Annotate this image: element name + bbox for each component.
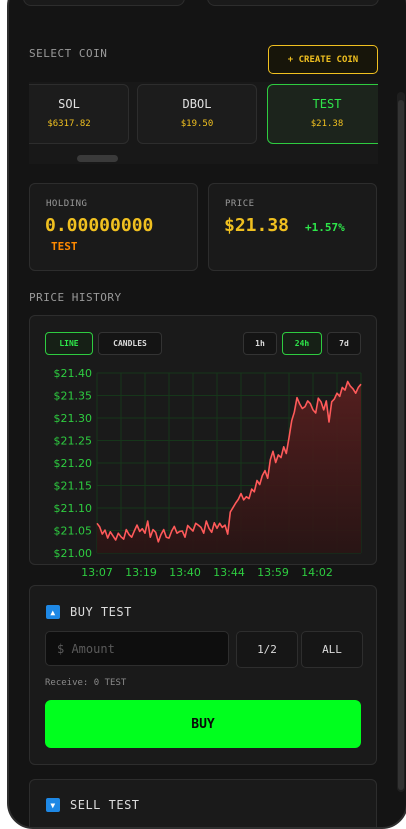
price-chart-card: LINE CANDLES 1h 24h 7d [29,315,377,565]
coin-selector[interactable]: SOL $6317.82 DBOL $19.50 TEST $21.38 [29,82,378,164]
sell-title-label: SELL TEST [70,798,140,812]
holding-label: HOLDING [46,199,88,209]
page-scrollbar[interactable] [397,92,405,792]
price-value: $21.38 [224,215,290,236]
x-tick-label: 14:02 [301,566,333,579]
coin-symbol: DBOL [182,97,212,111]
coin-price: $21.38 [310,119,344,129]
coin-card-sol[interactable]: SOL $6317.82 [29,84,129,144]
holding-value: 0.00000000 [45,215,154,236]
x-tick-label: 13:40 [169,566,201,579]
x-tick-label: 13:07 [81,566,113,579]
buy-title-label: BUY TEST [70,605,132,619]
price-card: PRICE $21.38 +1.57% [208,183,377,271]
top-card-fragment-left: ▀ [23,0,185,6]
range-24h-button[interactable]: 24h [282,332,322,355]
half-button[interactable]: 1/2 [236,631,298,668]
all-button[interactable]: ALL [301,631,363,668]
holding-card: HOLDING 0.00000000 TEST [29,183,198,271]
scrollbar-thumb[interactable] [398,100,404,790]
coin-card-test[interactable]: TEST $21.38 [267,84,378,144]
coin-symbol: TEST [312,97,342,111]
coin-price: $19.50 [180,119,214,129]
arrow-down-icon: ▼ [46,798,60,812]
range-1h-button[interactable]: 1h [243,332,277,355]
x-tick-label: 13:59 [257,566,289,579]
receive-text: Receive: 0 TEST [45,678,127,688]
chart-type-candles-button[interactable]: CANDLES [98,332,162,355]
range-7d-button[interactable]: 7d [327,332,361,355]
select-coin-label: SELECT COIN [29,47,108,60]
price-history-label: PRICE HISTORY [29,291,122,304]
app-frame: ▀ ▀ SELECT COIN + CREATE COIN SOL $6317.… [7,0,406,829]
holding-unit: TEST [51,240,78,253]
x-tick-label: 13:44 [213,566,245,579]
chart-type-line-button[interactable]: LINE [45,332,93,355]
price-label: PRICE [225,199,255,209]
top-card-fragment-right: ▀ [207,0,379,6]
coin-strip-scrollbar[interactable] [77,155,118,162]
buy-amount-input[interactable] [45,631,229,666]
coin-price: $6317.82 [47,119,91,129]
coin-symbol: SOL [58,97,80,111]
coin-card-dbol[interactable]: DBOL $19.50 [137,84,257,144]
price-change: +1.57% [305,221,345,234]
sell-panel: ▼ SELL TEST [29,779,377,827]
sell-title: ▼ SELL TEST [46,798,140,812]
create-coin-button[interactable]: + CREATE COIN [268,45,378,74]
arrow-up-icon: ▲ [46,605,60,619]
buy-panel: ▲ BUY TEST 1/2 ALL Receive: 0 TEST BUY [29,585,377,765]
buy-title: ▲ BUY TEST [46,605,132,619]
x-tick-label: 13:19 [125,566,157,579]
buy-button[interactable]: BUY [45,700,361,748]
